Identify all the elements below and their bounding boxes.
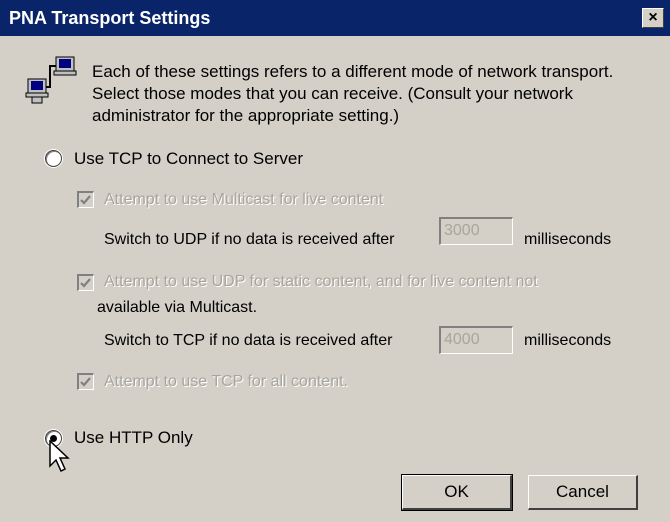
cancel-button[interactable]: Cancel [528, 475, 638, 510]
window-title: PNA Transport Settings [9, 8, 211, 28]
http-radio-label: Use HTTP Only [74, 428, 193, 447]
pna-transport-settings-dialog: PNA Transport Settings × Each of these s… [0, 0, 670, 522]
multicast-checkbox[interactable] [77, 191, 94, 208]
close-button[interactable]: × [642, 8, 664, 28]
tcp-radio-label: Use TCP to Connect to Server [74, 149, 303, 168]
network-computers-icon [24, 54, 80, 106]
tcp-switch-text: Switch to TCP if no data is received aft… [104, 332, 393, 349]
udp-label-line2: available via Multicast. [97, 299, 258, 316]
tcp-all-checkbox[interactable] [77, 373, 94, 390]
checkmark-icon [80, 377, 91, 387]
udp-switch-text: Switch to UDP if no data is received aft… [104, 231, 395, 248]
tcp-radio[interactable] [45, 150, 62, 167]
udp-timeout-input[interactable]: 3000 [439, 217, 513, 245]
checkmark-icon [80, 195, 91, 205]
udp-timeout-unit: milliseconds [524, 231, 612, 248]
udp-checkbox[interactable] [77, 274, 94, 291]
multicast-label: Attempt to use Multicast for live conten… [104, 191, 384, 208]
tcp-all-label: Attempt to use TCP for all content. [104, 373, 348, 390]
intro-text: Each of these settings refers to a diffe… [92, 62, 614, 125]
title-bar: PNA Transport Settings × [0, 0, 670, 36]
tcp-timeout-input[interactable]: 4000 [439, 326, 513, 354]
ok-button[interactable]: OK [401, 474, 513, 511]
checkmark-icon [80, 278, 91, 288]
mouse-cursor-icon [49, 440, 70, 473]
tcp-timeout-unit: milliseconds [524, 332, 612, 349]
udp-label-line1: Attempt to use UDP for static content, a… [104, 273, 538, 290]
